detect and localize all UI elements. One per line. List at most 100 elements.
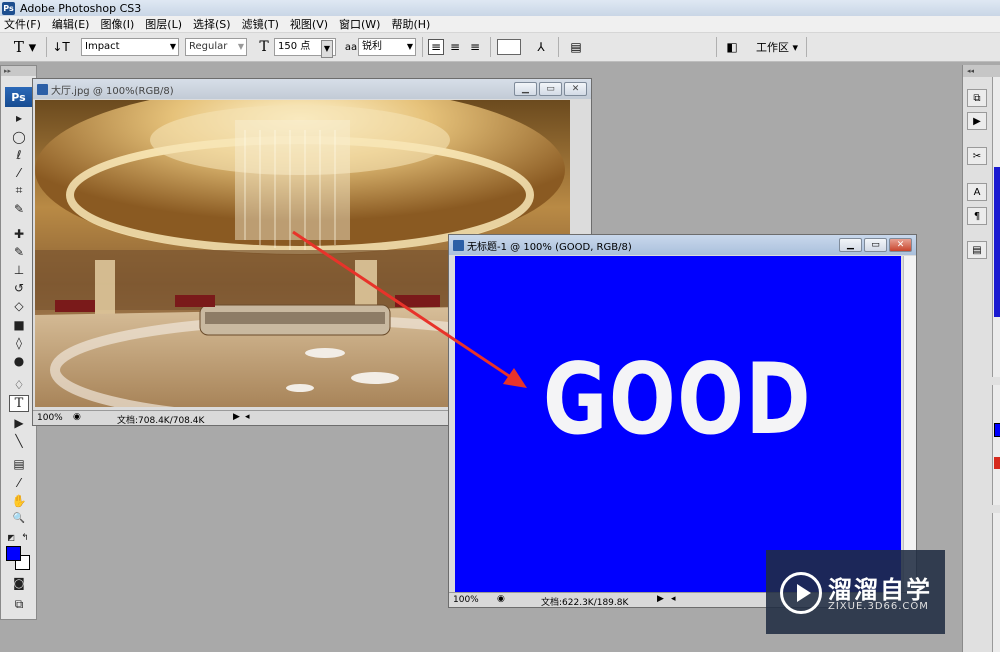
quick-mask-icon[interactable]: ◙ (9, 574, 29, 591)
swap-colors-icon[interactable]: ↰ (19, 529, 31, 546)
navigator-panel-edge (992, 77, 1000, 377)
status-menu-icon[interactable]: ◉ (73, 412, 81, 422)
options-separator (46, 37, 47, 57)
status-arrow-icon[interactable]: ▶ (657, 594, 664, 604)
text-color-swatch[interactable] (497, 39, 521, 55)
scroll-left-icon[interactable]: ◂ (671, 594, 676, 604)
vertical-scrollbar[interactable] (903, 256, 916, 593)
menu-filter[interactable]: 滤镜(T) (242, 16, 279, 32)
status-arrow-icon[interactable]: ▶ (233, 412, 240, 422)
document-size: 文档:708.4K/708.4K (117, 416, 205, 426)
font-style-select[interactable]: Regular ▼ (185, 38, 247, 56)
window-controls: ▁ ▭ ✕ (837, 238, 912, 252)
actions-panel-icon[interactable]: ▶ (967, 112, 987, 130)
stamp-tool-icon[interactable]: ⊥ (9, 261, 29, 278)
marquee-tool-icon[interactable]: ◯ (9, 128, 29, 145)
document-size: 文档:622.3K/189.8K (541, 598, 629, 608)
minimize-icon[interactable]: ▁ (514, 82, 537, 96)
maximize-icon[interactable]: ▭ (864, 238, 887, 252)
healing-tool-icon[interactable]: ✚ (9, 225, 29, 242)
hand-tool-icon[interactable]: ✋ (9, 492, 29, 509)
blur-tool-icon[interactable]: ◊ (9, 334, 29, 351)
panel-dock-grip[interactable]: ◂◂ (963, 65, 1000, 77)
font-size-icon: T (259, 39, 269, 55)
menu-layer[interactable]: 图层(L) (145, 16, 182, 32)
align-center-icon[interactable]: ≡ (447, 39, 463, 55)
menu-file[interactable]: 文件(F) (4, 16, 41, 32)
layers-panel-edge (992, 513, 1000, 652)
maximize-icon[interactable]: ▭ (539, 82, 562, 96)
text-orientation-icon[interactable]: ↓T (52, 39, 69, 55)
document-titlebar[interactable]: 大厅.jpg @ 100%(RGB/8) ▁ ▭ ✕ (33, 79, 591, 99)
font-family-select[interactable]: Impact ▼ (81, 38, 179, 56)
align-right-icon[interactable]: ≡ (467, 39, 483, 55)
type-tool-preset-icon[interactable]: T ▾ (12, 38, 38, 56)
close-icon[interactable]: ✕ (564, 82, 587, 96)
watermark-play-logo-icon (780, 572, 822, 614)
menu-window[interactable]: 窗口(W) (339, 16, 380, 32)
options-separator (422, 37, 423, 57)
workspace-menu[interactable]: 工作区 ▾ (756, 37, 798, 57)
eraser-tool-icon[interactable]: ◇ (9, 297, 29, 314)
paragraph-panel-icon[interactable]: ¶ (967, 207, 987, 225)
canvas-good-text[interactable]: GOOD (543, 343, 812, 457)
menu-image[interactable]: 图像(I) (100, 16, 134, 32)
watermark-title: 溜溜自学 (828, 576, 932, 604)
menu-bar: 文件(F) 编辑(E) 图像(I) 图层(L) 选择(S) 滤镜(T) 视图(V… (0, 16, 1000, 33)
dodge-tool-icon[interactable]: ● (9, 352, 29, 369)
zoom-level[interactable]: 100% (453, 595, 479, 605)
document-title: 大厅.jpg @ 100%(RGB/8) (51, 85, 174, 97)
tool-presets-icon[interactable]: ✂ (967, 147, 987, 165)
minimize-icon[interactable]: ▁ (839, 238, 862, 252)
foreground-color-swatch[interactable] (6, 546, 21, 561)
color-panel-edge (992, 385, 1000, 505)
app-titlebar: Ps Adobe Photoshop CS3 (0, 0, 1000, 16)
history-panel-icon[interactable]: ⧉ (967, 89, 987, 107)
antialias-select[interactable]: 锐利 ▼ (358, 38, 416, 56)
scroll-left-icon[interactable]: ◂ (245, 412, 250, 422)
options-separator (806, 37, 807, 57)
path-select-tool-icon[interactable]: ▶ (9, 414, 29, 431)
options-separator (490, 37, 491, 57)
blue-canvas[interactable]: GOOD (455, 256, 901, 593)
menu-edit[interactable]: 编辑(E) (52, 16, 90, 32)
type-tool-icon[interactable]: T (9, 395, 29, 412)
menu-help[interactable]: 帮助(H) (391, 16, 430, 32)
lasso-tool-icon[interactable]: ℓ (9, 146, 29, 163)
magic-wand-tool-icon[interactable]: ⁄ (9, 164, 29, 181)
app-title: Adobe Photoshop CS3 (20, 1, 142, 15)
toolbox-grip[interactable]: ▸▸ (1, 66, 36, 76)
font-size-select[interactable]: 150 点 ▼ (274, 38, 336, 58)
document-title: 无标题-1 @ 100% (GOOD, RGB/8) (467, 241, 632, 253)
pen-tool-icon[interactable]: ♢ (9, 376, 29, 393)
gradient-tool-icon[interactable]: ■ (9, 316, 29, 333)
menu-view[interactable]: 视图(V) (290, 16, 328, 32)
bridge-icon[interactable]: ◧ (724, 39, 740, 55)
zoom-tool-icon[interactable]: 🔍 (9, 510, 29, 527)
warp-text-icon[interactable]: ⅄ (533, 39, 549, 55)
brush-tool-icon[interactable]: ✎ (9, 243, 29, 260)
crop-tool-icon[interactable]: ⌗ (9, 182, 29, 199)
document-titlebar[interactable]: 无标题-1 @ 100% (GOOD, RGB/8) ▁ ▭ ✕ (449, 235, 916, 255)
menu-select[interactable]: 选择(S) (193, 16, 231, 32)
photoshop-logo[interactable]: Ps (5, 87, 32, 107)
slice-tool-icon[interactable]: ✎ (9, 200, 29, 217)
move-tool-icon[interactable]: ▸ (9, 109, 29, 126)
history-brush-tool-icon[interactable]: ↺ (9, 279, 29, 296)
eyedropper-tool-icon[interactable]: ⁄ (9, 474, 29, 491)
status-menu-icon[interactable]: ◉ (497, 594, 505, 604)
zoom-level[interactable]: 100% (37, 413, 63, 423)
default-colors-icon[interactable]: ◩ (5, 529, 17, 546)
character-panel-icon[interactable]: A (967, 183, 987, 201)
options-separator (558, 37, 559, 57)
character-panel-icon[interactable]: ▤ (568, 39, 584, 55)
notes-tool-icon[interactable]: ▤ (9, 455, 29, 472)
line-tool-icon[interactable]: ╲ (9, 432, 29, 449)
document-icon (453, 239, 464, 251)
clone-source-icon[interactable]: ▤ (967, 241, 987, 259)
options-bar: T ▾ ↓T Impact ▼ Regular ▼ T 150 点 ▼ aa 锐利 ▼ … (0, 33, 1000, 62)
close-icon[interactable]: ✕ (889, 238, 912, 252)
screen-mode-icon[interactable]: ⧉ (9, 596, 29, 613)
align-left-icon[interactable]: ≡ (428, 39, 444, 55)
photoshop-app-icon: Ps (2, 1, 15, 15)
